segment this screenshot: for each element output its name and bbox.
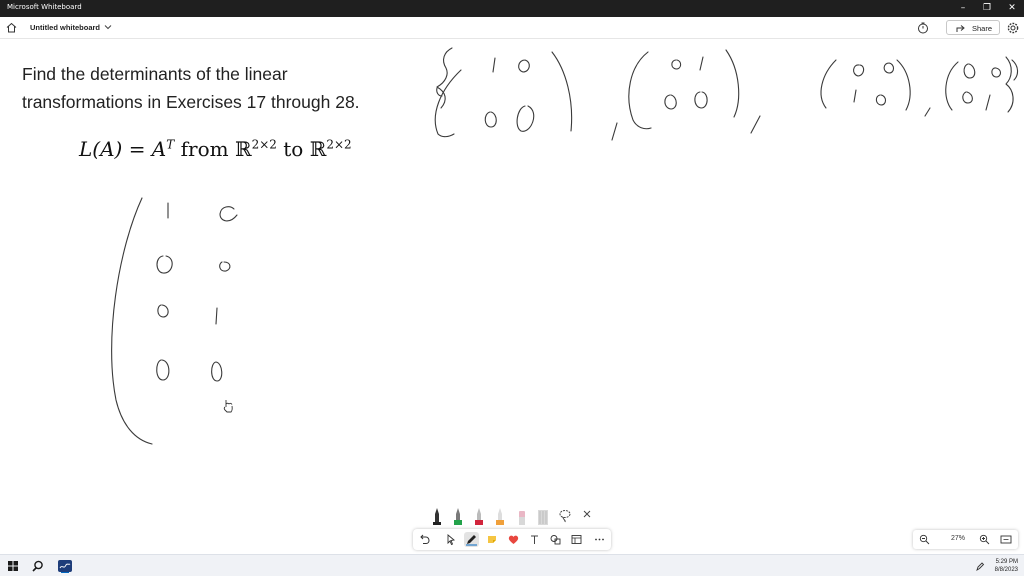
whiteboard-app-icon[interactable] — [57, 559, 73, 573]
lasso-icon[interactable] — [557, 505, 573, 525]
select-pointer-icon[interactable] — [443, 532, 458, 547]
reactions-heart-icon[interactable] — [506, 532, 521, 547]
app-title: Microsoft Whiteboard — [7, 3, 82, 11]
formula: L(A) = AT from ℝ2×2 to ℝ2×2 — [79, 137, 352, 161]
undo-icon[interactable] — [417, 532, 432, 547]
shapes-icon[interactable] — [548, 532, 563, 547]
close-icon[interactable] — [579, 505, 595, 525]
formula-dim: 2×2 — [326, 137, 352, 152]
formula-dim: 2×2 — [251, 137, 277, 152]
share-icon — [956, 25, 965, 32]
chevron-down-icon[interactable] — [104, 23, 112, 31]
text-icon[interactable] — [527, 532, 542, 547]
close-button[interactable]: ✕ — [1000, 0, 1024, 17]
clock-date: 8/8/2023 — [994, 567, 1018, 573]
bottom-toolbar — [413, 529, 611, 550]
problem-statement: Find the determinants of the linear tran… — [22, 60, 402, 116]
green-pen-icon[interactable] — [450, 505, 466, 525]
zoom-in-icon[interactable] — [979, 534, 990, 545]
more-options-icon[interactable] — [592, 532, 607, 547]
sticky-note-icon[interactable] — [485, 532, 500, 547]
formula-to: to — [276, 137, 310, 161]
maximize-button[interactable]: ❐ — [975, 0, 999, 17]
windows-start-icon[interactable] — [8, 561, 18, 571]
os-taskbar: 5:29 PM 8/8/2023 — [0, 554, 1024, 576]
templates-icon[interactable] — [569, 532, 584, 547]
timer-icon[interactable] — [917, 22, 929, 34]
eraser-icon[interactable] — [514, 505, 530, 525]
minimize-button[interactable]: – — [951, 0, 975, 17]
formula-lhs: L(A) = A — [79, 137, 167, 161]
problem-line: transformations in Exercises 17 through … — [22, 92, 360, 112]
home-icon[interactable] — [5, 21, 18, 34]
fit-to-screen-icon[interactable] — [1000, 534, 1012, 545]
clock[interactable]: 5:29 PM 8/8/2023 — [982, 558, 1018, 574]
gear-icon[interactable] — [1007, 22, 1019, 34]
board-title[interactable]: Untitled whiteboard — [30, 23, 100, 32]
highlighter-icon[interactable] — [492, 505, 508, 525]
search-icon[interactable] — [32, 560, 44, 572]
zoom-level[interactable]: 27% — [947, 535, 969, 542]
whiteboard-canvas[interactable] — [0, 40, 1024, 553]
formula-space: ℝ — [234, 137, 252, 161]
formula-from: from — [174, 137, 235, 161]
pen-palette — [424, 505, 600, 525]
zoom-out-icon[interactable] — [919, 534, 930, 545]
app-header: Untitled whiteboard Share — [0, 17, 1024, 39]
share-label: Share — [972, 24, 993, 33]
problem-line: Find the determinants of the linear — [22, 64, 288, 84]
window-titlebar: Microsoft Whiteboard – ❐ ✕ — [0, 0, 1024, 17]
share-button[interactable]: Share — [946, 20, 1000, 35]
formula-space: ℝ — [309, 137, 327, 161]
ruler-icon[interactable] — [535, 505, 551, 525]
red-pen-icon[interactable] — [471, 505, 487, 525]
zoom-control: 27% — [913, 530, 1018, 549]
clock-time: 5:29 PM — [995, 559, 1018, 565]
black-pen-icon[interactable] — [429, 505, 445, 525]
pen-tool-icon[interactable] — [464, 532, 479, 547]
